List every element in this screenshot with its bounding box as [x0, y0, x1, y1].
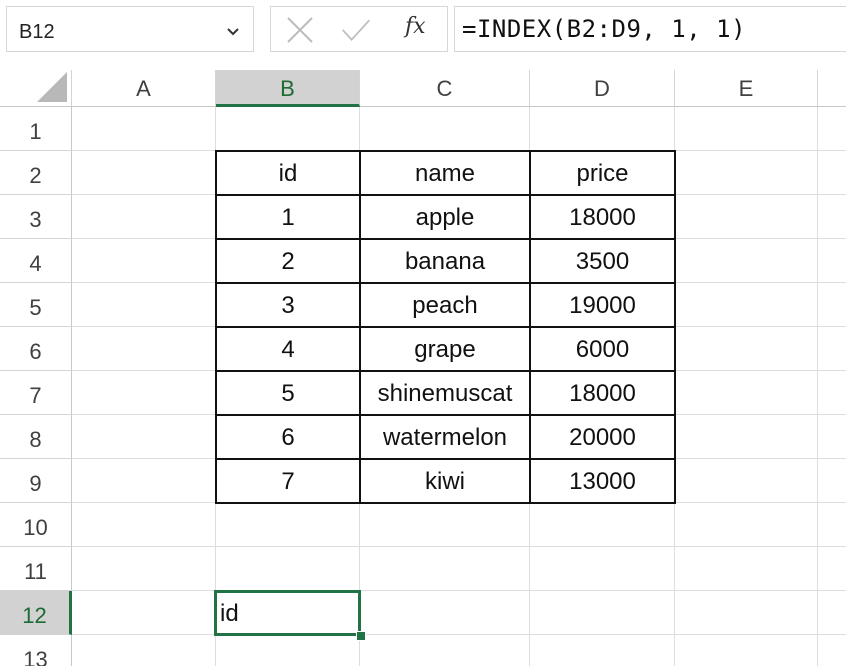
table-header-price[interactable]: price	[530, 151, 675, 195]
table-border-horizontal	[215, 502, 675, 504]
table-border-horizontal	[215, 150, 675, 152]
row-header-8[interactable]: 8	[0, 415, 72, 459]
select-all-triangle-icon	[37, 72, 67, 102]
table-cell-price[interactable]: 18000	[530, 371, 675, 415]
row-header-11[interactable]: 11	[0, 547, 72, 591]
table-cell-id[interactable]: 3	[216, 283, 360, 327]
row-header-4[interactable]: 4	[0, 239, 72, 283]
table-cell-price[interactable]: 20000	[530, 415, 675, 459]
gridline-horizontal	[72, 590, 846, 591]
table-border-horizontal	[215, 414, 675, 416]
check-icon[interactable]	[341, 16, 371, 44]
table-cell-id[interactable]: 2	[216, 239, 360, 283]
table-cell-id[interactable]: 1	[216, 195, 360, 239]
table-cell-id[interactable]: 6	[216, 415, 360, 459]
selected-cell-value[interactable]: id	[220, 600, 239, 628]
table-cell-price[interactable]: 6000	[530, 327, 675, 371]
insert-function-button[interactable]: fx	[405, 14, 426, 39]
row-header-10[interactable]: 10	[0, 503, 72, 547]
table-cell-id[interactable]: 7	[216, 459, 360, 503]
formula-text: =INDEX(B2:D9, 1, 1)	[462, 15, 747, 43]
formula-bar: B12 fx =INDEX(B2:D9, 1, 1)	[0, 0, 846, 56]
table-cell-name[interactable]: watermelon	[360, 415, 530, 459]
cancel-x-icon[interactable]	[285, 16, 315, 44]
name-box-value: B12	[19, 21, 55, 43]
table-cell-name[interactable]: peach	[360, 283, 530, 327]
table-header-name[interactable]: name	[360, 151, 530, 195]
select-all-button[interactable]	[0, 70, 72, 107]
table-border-horizontal	[215, 194, 675, 196]
chevron-down-icon[interactable]	[223, 21, 243, 41]
column-header-c[interactable]: C	[360, 70, 530, 107]
table-cell-id[interactable]: 5	[216, 371, 360, 415]
table-cell-name[interactable]: banana	[360, 239, 530, 283]
table-border-vertical	[529, 150, 531, 504]
name-box[interactable]: B12	[6, 6, 254, 52]
table-cell-name[interactable]: grape	[360, 327, 530, 371]
formula-buttons: fx	[270, 6, 448, 52]
formula-input[interactable]: =INDEX(B2:D9, 1, 1)	[454, 6, 846, 52]
table-cell-price[interactable]: 19000	[530, 283, 675, 327]
table-border-horizontal	[215, 326, 675, 328]
row-header-12[interactable]: 12	[0, 591, 72, 635]
row-header-9[interactable]: 9	[0, 459, 72, 503]
column-header-e[interactable]: E	[675, 70, 818, 107]
table-border-horizontal	[215, 370, 675, 372]
table-border-vertical	[215, 150, 217, 504]
row-header-3[interactable]: 3	[0, 195, 72, 239]
table-border-vertical	[359, 150, 361, 504]
row-header-13[interactable]: 13	[0, 635, 72, 666]
table-cell-name[interactable]: kiwi	[360, 459, 530, 503]
fill-handle[interactable]	[356, 631, 366, 641]
table-header-id[interactable]: id	[216, 151, 360, 195]
table-border-horizontal	[215, 458, 675, 460]
table-cell-id[interactable]: 4	[216, 327, 360, 371]
gridline-vertical	[817, 107, 818, 666]
column-header-a[interactable]: A	[72, 70, 216, 107]
column-header-f[interactable]	[818, 70, 846, 107]
column-header-d[interactable]: D	[530, 70, 675, 107]
row-header-6[interactable]: 6	[0, 327, 72, 371]
row-header-1[interactable]: 1	[0, 107, 72, 151]
gridline-horizontal	[72, 546, 846, 547]
spreadsheet-grid[interactable]: A B C D E 1 2 3 4 5 6 7 8 9 10 11 12 13 id name price 1 apple 1…	[0, 70, 846, 666]
table-cell-name[interactable]: shinemuscat	[360, 371, 530, 415]
table-border-vertical	[674, 150, 676, 504]
table-cell-name[interactable]: apple	[360, 195, 530, 239]
table-border-horizontal	[215, 282, 675, 284]
gridline-horizontal	[72, 634, 846, 635]
table-cell-price[interactable]: 3500	[530, 239, 675, 283]
row-header-5[interactable]: 5	[0, 283, 72, 327]
row-header-7[interactable]: 7	[0, 371, 72, 415]
table-cell-price[interactable]: 18000	[530, 195, 675, 239]
table-cell-price[interactable]: 13000	[530, 459, 675, 503]
column-header-b[interactable]: B	[216, 70, 360, 107]
row-header-2[interactable]: 2	[0, 151, 72, 195]
table-border-horizontal	[215, 238, 675, 240]
